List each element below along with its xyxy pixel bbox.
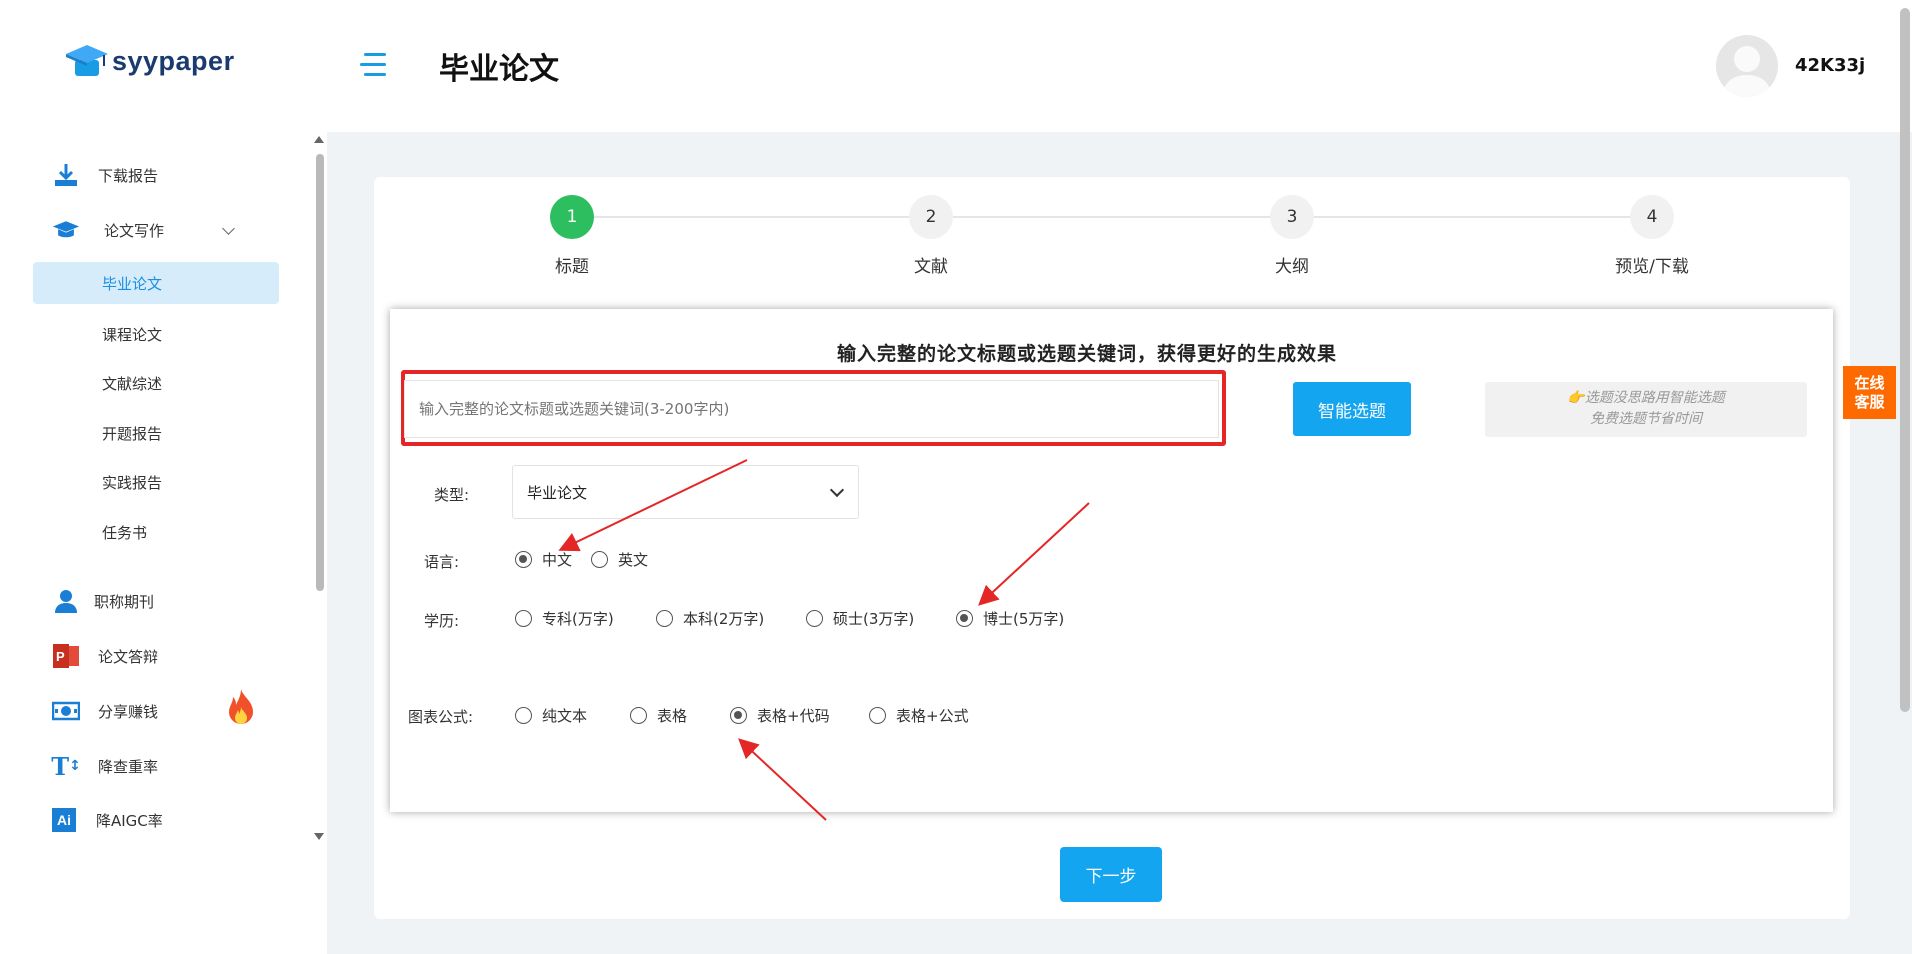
language-option-english[interactable]: 英文 [591, 549, 648, 570]
scroll-down-arrow-icon[interactable] [314, 833, 324, 840]
page-title: 毕业论文 [439, 52, 559, 87]
chart-option-table-formula[interactable]: 表格+公式 [869, 705, 969, 726]
logo[interactable]: syypaper [64, 42, 235, 80]
sidebar-sub-item-course-paper[interactable]: 课程论文 [33, 313, 279, 355]
tip-line-1: 👉选题没思路用智能选题 [1567, 390, 1725, 406]
sidebar-sub-item-proposal-report[interactable]: 开题报告 [33, 412, 279, 454]
ai-icon: Ai [52, 808, 76, 832]
language-option-chinese[interactable]: 中文 [515, 549, 572, 570]
download-icon [52, 161, 80, 189]
sidebar-sub-item-practice-report[interactable]: 实践报告 [33, 461, 279, 503]
sidebar-sub-item-graduation-thesis[interactable]: 毕业论文 [33, 262, 279, 304]
sidebar-item-download-report[interactable]: 下载报告 [52, 155, 158, 195]
chart-option-table[interactable]: 表格 [630, 705, 687, 726]
step-4-circle[interactable]: 4 [1630, 195, 1674, 239]
step-connector [1314, 216, 1631, 218]
svg-text:P: P [56, 649, 65, 664]
step-2-label: 文献 [914, 257, 948, 277]
tip-line-2: 免费选题节省时间 [1590, 411, 1702, 427]
avatar[interactable] [1716, 35, 1778, 97]
title-input[interactable] [404, 380, 1219, 438]
sidebar-item-defense[interactable]: P 论文答辩 [52, 636, 158, 676]
fire-icon [226, 687, 256, 731]
chart-option-table-code[interactable]: 表格+代码 [730, 705, 830, 726]
step-1-circle[interactable]: 1 [550, 195, 594, 239]
sidebar-item-label: 职称期刊 [94, 592, 155, 611]
education-option-master[interactable]: 硕士(3万字) [806, 608, 914, 629]
type-select-value: 毕业论文 [527, 483, 588, 502]
radio-icon [630, 707, 647, 724]
sidebar-item-journal[interactable]: 职称期刊 [52, 581, 154, 621]
sidebar-item-label: 分享赚钱 [98, 702, 159, 721]
graduation-cap-logo-icon [64, 42, 110, 80]
sidebar-sub-item-task-book[interactable]: 任务书 [33, 511, 279, 553]
sidebar-sub-item-literature-review[interactable]: 文献综述 [33, 362, 279, 404]
education-option-bachelor[interactable]: 本科(2万字) [656, 608, 764, 629]
step-connector [593, 216, 910, 218]
language-label: 语言: [424, 553, 460, 571]
sidebar-item-label: 下载报告 [98, 166, 159, 185]
radio-checked-icon [515, 551, 532, 568]
radio-icon [591, 551, 608, 568]
radio-icon [806, 610, 823, 627]
sidebar-item-reduce-duplication[interactable]: T ↕ 降查重率 [51, 746, 159, 786]
sidebar-item-label: 降查重率 [98, 757, 159, 776]
powerpoint-icon: P [52, 642, 80, 670]
next-step-button[interactable]: 下一步 [1060, 847, 1162, 902]
step-3-circle[interactable]: 3 [1270, 195, 1314, 239]
chart-option-plain-text[interactable]: 纯文本 [515, 705, 587, 726]
page-scrollbar-thumb[interactable] [1900, 8, 1910, 712]
money-icon [52, 697, 80, 725]
education-label: 学历: [424, 612, 460, 630]
sidebar-item-share-earn[interactable]: 分享赚钱 [52, 689, 253, 731]
education-option-doctor[interactable]: 博士(5万字) [956, 608, 1064, 629]
radio-checked-icon [956, 610, 973, 627]
sidebar-item-label: 降AIGC率 [96, 811, 163, 830]
step-4-label: 预览/下载 [1615, 257, 1689, 277]
radio-icon [869, 707, 886, 724]
sidebar-scrollbar-thumb[interactable] [316, 154, 324, 591]
chart-formula-label: 图表公式: [408, 708, 474, 726]
hamburger-menu-icon[interactable] [360, 53, 390, 79]
brand-name: syypaper [112, 45, 235, 76]
sidebar-item-reduce-aigc[interactable]: Ai 降AIGC率 [52, 800, 163, 840]
type-select[interactable]: 毕业论文 [512, 465, 859, 519]
radio-icon [515, 610, 532, 627]
sidebar: syypaper 下载报告 论文写作 毕业论文 课程论文 文献综述 开题报告 实… [0, 0, 327, 954]
smart-topic-button[interactable]: 智能选题 [1293, 382, 1411, 436]
radio-icon [656, 610, 673, 627]
radio-icon [515, 707, 532, 724]
sidebar-item-label: 论文答辩 [98, 647, 159, 666]
online-service-button[interactable]: 在线 客服 [1843, 366, 1896, 419]
username[interactable]: 42K33j [1795, 55, 1865, 76]
step-3-label: 大纲 [1275, 257, 1309, 277]
radio-checked-icon [730, 707, 747, 724]
chevron-down-icon [829, 482, 845, 498]
step-1-label: 标题 [555, 257, 589, 277]
text-size-icon: T ↕ [51, 751, 81, 781]
education-option-junior[interactable]: 专科(万字) [515, 608, 614, 629]
header: 毕业论文 42K33j [327, 0, 1912, 132]
sidebar-item-label: 论文写作 [104, 221, 165, 240]
step-connector [953, 216, 1270, 218]
graduation-cap-icon [52, 216, 80, 244]
type-label: 类型: [434, 486, 470, 504]
step-2-circle[interactable]: 2 [909, 195, 953, 239]
sidebar-item-paper-writing[interactable]: 论文写作 [52, 210, 235, 250]
form-heading: 输入完整的论文标题或选题关键词，获得更好的生成效果 [837, 343, 1338, 365]
chevron-down-icon[interactable] [222, 222, 235, 235]
topic-tip-box: 👉选题没思路用智能选题 免费选题节省时间 [1485, 382, 1807, 437]
user-icon [52, 587, 80, 615]
scroll-up-arrow-icon[interactable] [314, 136, 324, 143]
